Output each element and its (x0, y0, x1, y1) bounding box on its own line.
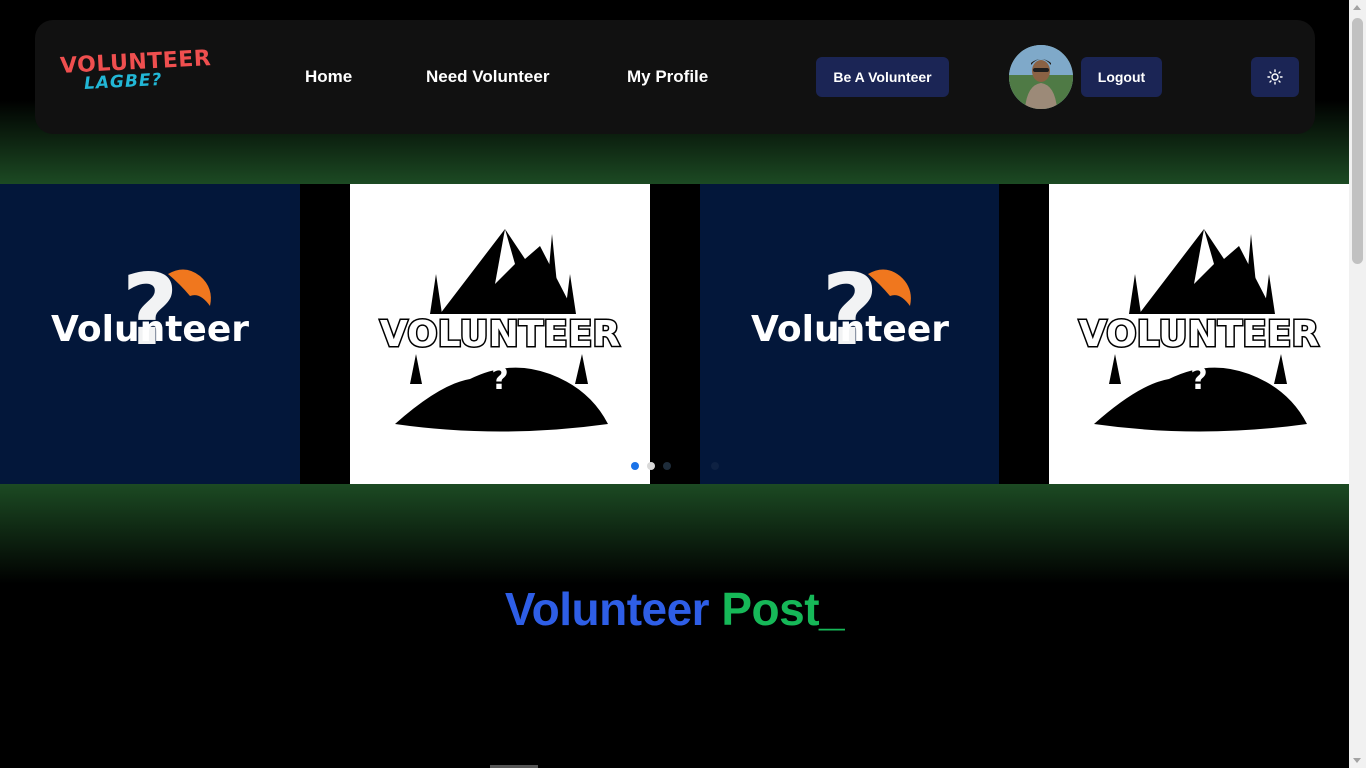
sun-icon (1267, 69, 1283, 85)
mountain-volunteer-logo: ? VOLUNTEER (1077, 229, 1321, 432)
scroll-down-arrow-icon[interactable] (1353, 758, 1361, 763)
carousel-dot-1[interactable] (631, 462, 639, 470)
logo-line-2: LAGBE? (83, 69, 163, 95)
typing-cursor: _ (819, 583, 845, 635)
section-title-part-2: Post (721, 583, 820, 635)
user-avatar[interactable] (1009, 45, 1073, 109)
carousel-slide-3: ? Volunteer (700, 184, 999, 484)
section-title-part-1: Volunteer (504, 583, 710, 635)
logout-button[interactable]: Logout (1081, 57, 1162, 97)
be-a-volunteer-button[interactable]: Be A Volunteer (816, 57, 949, 97)
vertical-scrollbar[interactable] (1349, 0, 1366, 768)
svg-text:?: ? (491, 362, 508, 397)
navbar: VOLUNTEER LAGBE? Home Need Volunteer My … (35, 20, 1315, 134)
carousel-slide-4: ? VOLUNTEER (1049, 184, 1349, 484)
mountain-volunteer-logo: ? VOLUNTEER (378, 229, 622, 432)
banner-glow (0, 484, 1349, 584)
carousel-slide-2: ? VOLUNTEER (350, 184, 650, 484)
theme-toggle-button[interactable] (1251, 57, 1299, 97)
slide-4-text: VOLUNTEER (1079, 314, 1319, 355)
nav-need-volunteer-link[interactable]: Need Volunteer (426, 67, 549, 87)
brand-logo[interactable]: VOLUNTEER LAGBE? (59, 46, 211, 96)
slide-3-text: Volunteer (751, 309, 949, 350)
nav-my-profile-link[interactable]: My Profile (627, 67, 708, 87)
scrollbar-thumb[interactable] (1352, 18, 1363, 264)
carousel-dot-4[interactable] (711, 462, 719, 470)
scroll-up-arrow-icon[interactable] (1353, 5, 1361, 10)
banner-carousel[interactable]: ? Volunteer ? VOLUNTEER ? Volunteer ? VO… (0, 184, 1349, 484)
carousel-dot-2[interactable] (647, 462, 655, 470)
volunteer-question-logo: ? Volunteer (51, 254, 249, 368)
volunteer-question-logo: ? Volunteer (751, 254, 949, 368)
nav-home-link[interactable]: Home (305, 67, 352, 87)
carousel-slide-1: ? Volunteer (0, 184, 300, 484)
carousel-dot-3[interactable] (663, 462, 671, 470)
section-title: Volunteer Post_ (0, 582, 1349, 636)
slide-1-text: Volunteer (51, 309, 249, 350)
slide-2-text: VOLUNTEER (380, 314, 620, 355)
avatar-photo (1009, 45, 1073, 109)
svg-text:?: ? (1190, 362, 1207, 397)
